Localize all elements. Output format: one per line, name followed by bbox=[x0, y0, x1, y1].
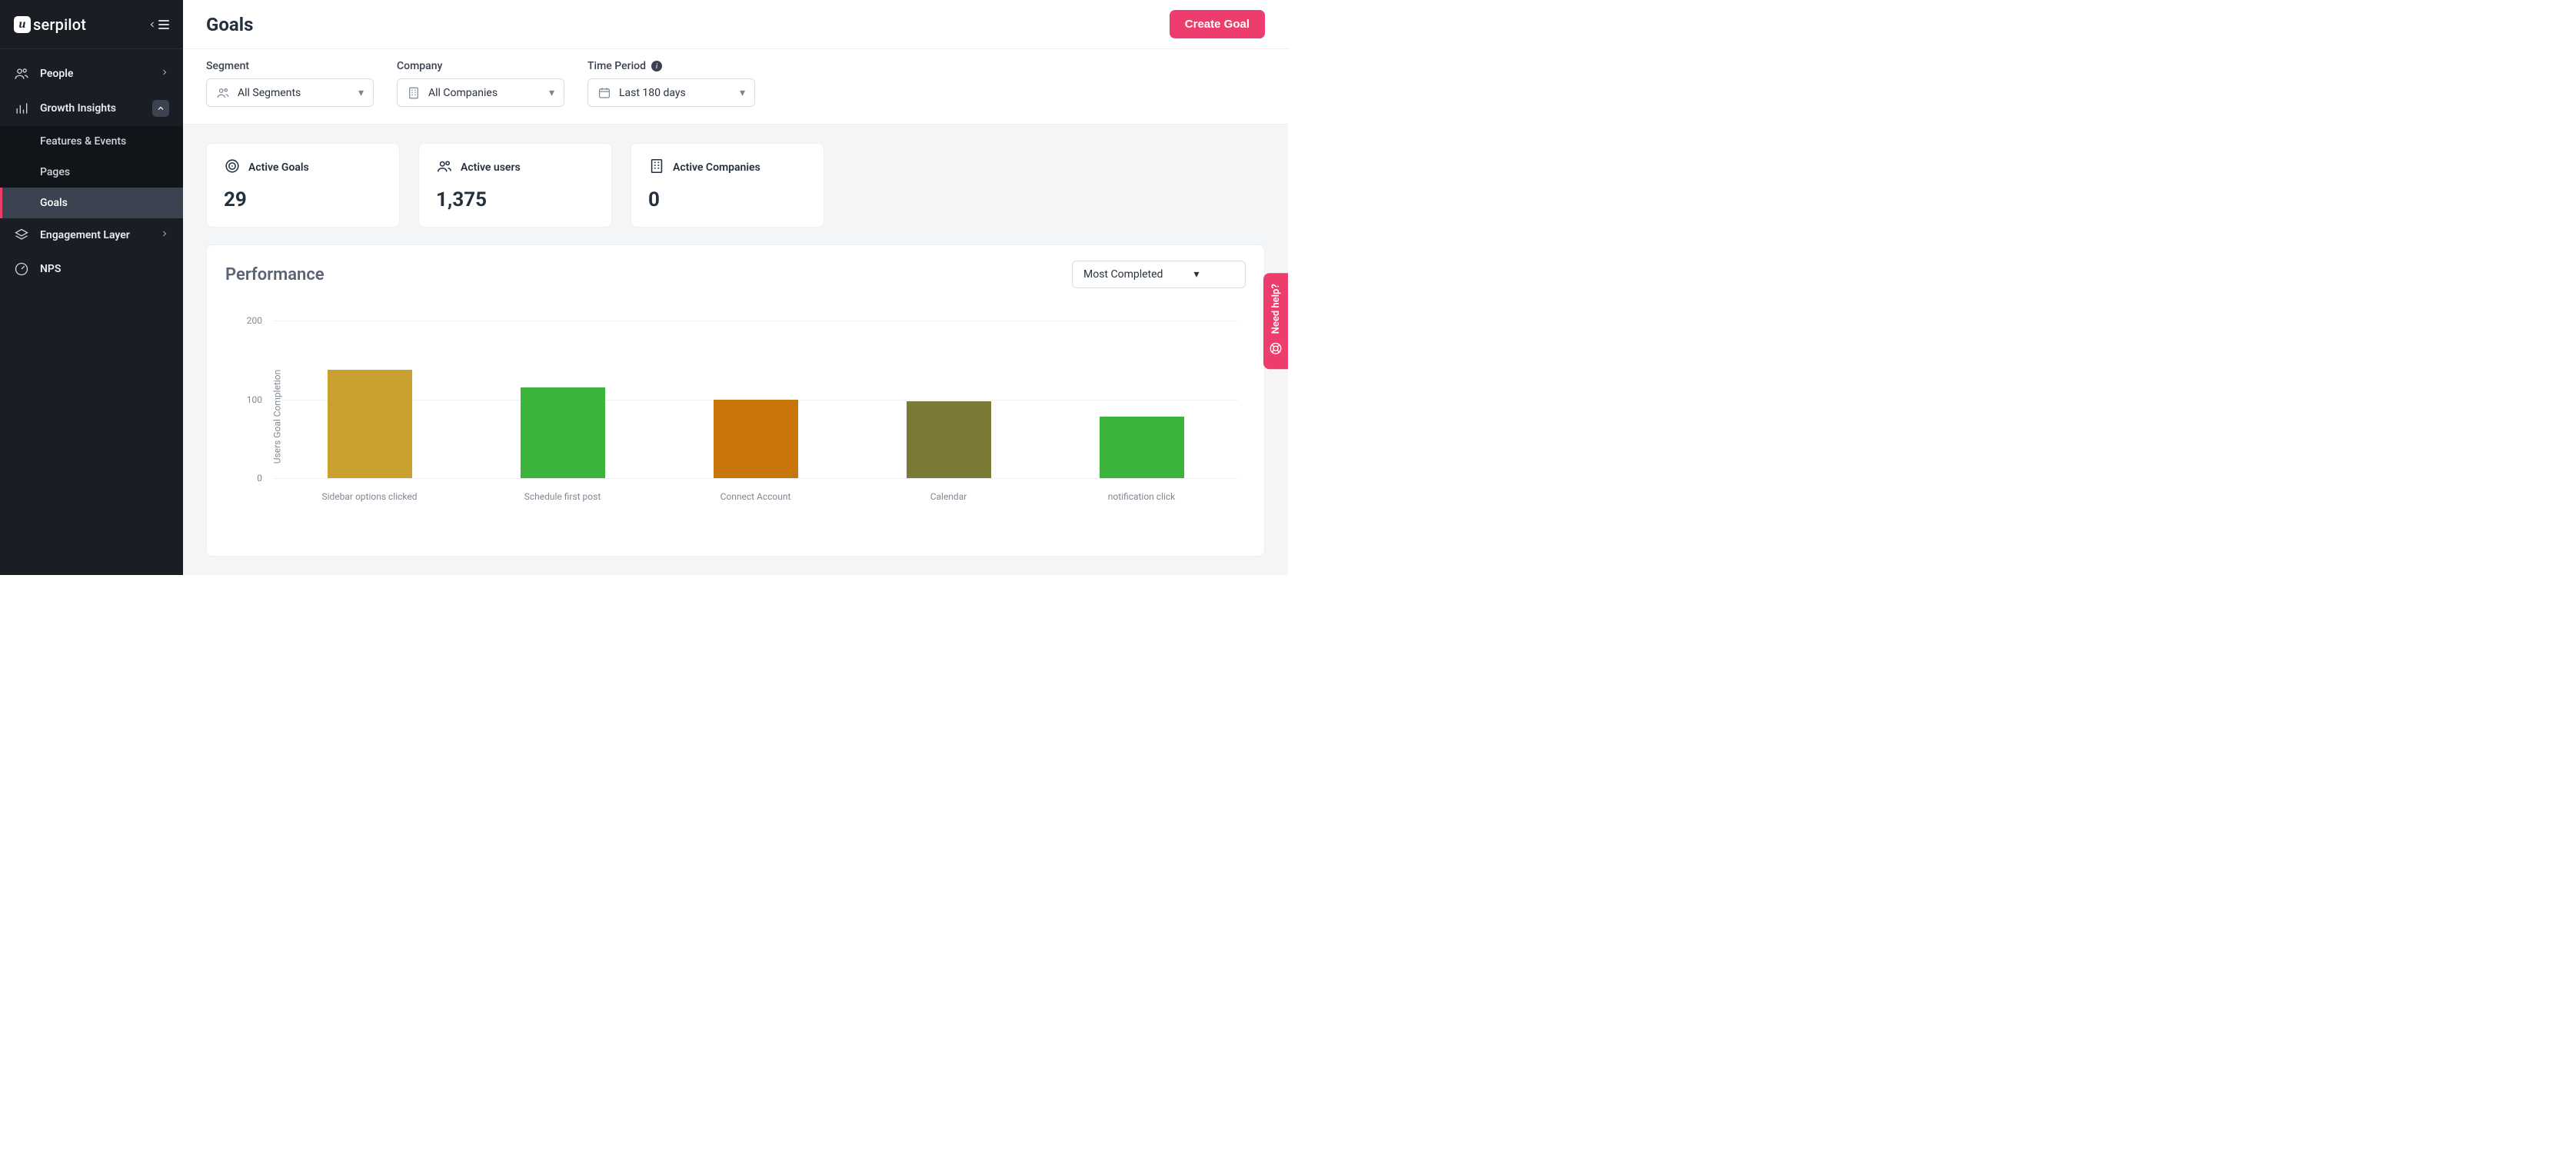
logo-text: serpilot bbox=[33, 15, 86, 34]
stat-card-active-companies: Active Companies 0 bbox=[631, 143, 824, 228]
growth-insights-subnav: Features & Events Pages Goals bbox=[0, 126, 183, 218]
filter-segment: Segment All Segments ▾ bbox=[206, 60, 374, 107]
sidebar-item-label: Growth Insights bbox=[40, 102, 141, 115]
bar-column bbox=[659, 305, 852, 478]
stat-value: 0 bbox=[648, 188, 807, 211]
stat-label: Active Goals bbox=[248, 161, 309, 174]
filter-label-time: Time Period i bbox=[587, 60, 755, 72]
sidebar-item-pages[interactable]: Pages bbox=[0, 157, 183, 188]
page-title: Goals bbox=[206, 14, 1170, 35]
people-icon bbox=[216, 86, 230, 100]
sidebar-item-label: NPS bbox=[40, 263, 169, 275]
sidebar-collapse-toggle[interactable] bbox=[148, 19, 169, 30]
company-dropdown[interactable]: All Companies ▾ bbox=[397, 78, 564, 107]
filter-time-period: Time Period i Last 180 days ▾ bbox=[587, 60, 755, 107]
bar[interactable] bbox=[521, 387, 605, 478]
dropdown-value: Last 180 days bbox=[619, 87, 732, 99]
stat-card-active-users: Active users 1,375 bbox=[418, 143, 612, 228]
chart-bars bbox=[273, 305, 1238, 478]
building-icon bbox=[648, 158, 665, 178]
stat-cards: Active Goals 29 Active users 1,375 bbox=[206, 143, 1265, 228]
sidebar-item-goals[interactable]: Goals bbox=[0, 188, 183, 218]
panel-title: Performance bbox=[225, 265, 1072, 284]
chevron-right-icon bbox=[160, 229, 169, 241]
info-icon[interactable]: i bbox=[651, 61, 662, 71]
caret-down-icon: ▾ bbox=[740, 87, 745, 99]
help-tab-label: Need help? bbox=[1270, 284, 1282, 334]
building-icon bbox=[407, 86, 421, 100]
layers-icon bbox=[14, 228, 29, 243]
x-tick-label: Connect Account bbox=[659, 491, 852, 502]
sidebar-header: u serpilot bbox=[0, 0, 183, 49]
sidebar: u serpilot People Growth Insights bbox=[0, 0, 183, 575]
bar[interactable] bbox=[907, 401, 991, 478]
chart-xlabels: Sidebar options clickedSchedule first po… bbox=[273, 491, 1238, 502]
main: Goals Create Goal Segment All Segments ▾… bbox=[183, 0, 1288, 575]
sidebar-item-label: Engagement Layer bbox=[40, 229, 149, 241]
stat-label: Active Companies bbox=[673, 161, 760, 174]
target-icon bbox=[224, 158, 241, 178]
sidebar-item-label: People bbox=[40, 68, 149, 80]
content: Active Goals 29 Active users 1,375 bbox=[183, 125, 1288, 575]
lifebuoy-icon bbox=[1269, 341, 1283, 358]
y-tick-label: 100 bbox=[247, 394, 273, 405]
caret-down-icon: ▾ bbox=[358, 87, 364, 99]
segment-dropdown[interactable]: All Segments ▾ bbox=[206, 78, 374, 107]
topbar: Goals Create Goal bbox=[183, 0, 1288, 49]
dropdown-value: All Companies bbox=[428, 87, 541, 99]
x-tick-label: Schedule first post bbox=[466, 491, 659, 502]
bar[interactable] bbox=[328, 370, 412, 478]
logo[interactable]: u serpilot bbox=[14, 15, 148, 34]
gridline bbox=[273, 478, 1238, 479]
performance-chart: Users Goal Completion 0100200 Sidebar op… bbox=[225, 297, 1246, 536]
stat-label: Active users bbox=[461, 161, 521, 174]
filter-label-company: Company bbox=[397, 60, 564, 72]
bar-column bbox=[1045, 305, 1238, 478]
y-tick-label: 200 bbox=[247, 315, 273, 326]
filter-company: Company All Companies ▾ bbox=[397, 60, 564, 107]
filters-bar: Segment All Segments ▾ Company All Compa… bbox=[183, 49, 1288, 125]
bar-chart-icon bbox=[14, 101, 29, 116]
bar-column bbox=[852, 305, 1045, 478]
sidebar-item-people[interactable]: People bbox=[0, 57, 183, 91]
help-tab[interactable]: Need help? bbox=[1263, 273, 1288, 369]
gauge-icon bbox=[14, 261, 29, 277]
time-period-dropdown[interactable]: Last 180 days ▾ bbox=[587, 78, 755, 107]
logo-mark-icon: u bbox=[14, 16, 31, 33]
chevron-left-icon bbox=[148, 19, 157, 30]
stat-value: 29 bbox=[224, 188, 382, 211]
stat-value: 1,375 bbox=[436, 188, 594, 211]
performance-sort-dropdown[interactable]: Most Completed ▾ bbox=[1072, 261, 1246, 288]
dropdown-value: All Segments bbox=[238, 87, 351, 99]
bar[interactable] bbox=[714, 400, 798, 478]
caret-down-icon: ▾ bbox=[549, 87, 554, 99]
sidebar-nav: People Growth Insights Features & Events… bbox=[0, 49, 183, 286]
stat-card-active-goals: Active Goals 29 bbox=[206, 143, 400, 228]
users-icon bbox=[436, 158, 453, 178]
sidebar-item-engagement-layer[interactable]: Engagement Layer bbox=[0, 218, 183, 252]
people-icon bbox=[14, 66, 29, 81]
filter-label-segment: Segment bbox=[206, 60, 374, 72]
sidebar-item-nps[interactable]: NPS bbox=[0, 252, 183, 286]
bar[interactable] bbox=[1100, 417, 1184, 478]
x-tick-label: Sidebar options clicked bbox=[273, 491, 466, 502]
y-tick-label: 0 bbox=[257, 473, 273, 484]
hamburger-icon bbox=[158, 20, 169, 29]
create-goal-button[interactable]: Create Goal bbox=[1170, 10, 1265, 38]
performance-panel: Performance Most Completed ▾ Users Goal … bbox=[206, 244, 1265, 557]
chevron-right-icon bbox=[160, 68, 169, 80]
sidebar-item-features-events[interactable]: Features & Events bbox=[0, 126, 183, 157]
chevron-up-icon bbox=[152, 100, 169, 117]
filter-label-text: Time Period bbox=[587, 60, 646, 72]
x-tick-label: notification click bbox=[1045, 491, 1238, 502]
x-tick-label: Calendar bbox=[852, 491, 1045, 502]
dropdown-value: Most Completed bbox=[1083, 268, 1163, 281]
caret-down-icon: ▾ bbox=[1193, 268, 1199, 281]
calendar-icon bbox=[597, 86, 611, 100]
sidebar-item-growth-insights[interactable]: Growth Insights bbox=[0, 91, 183, 126]
bar-column bbox=[273, 305, 466, 478]
bar-column bbox=[466, 305, 659, 478]
